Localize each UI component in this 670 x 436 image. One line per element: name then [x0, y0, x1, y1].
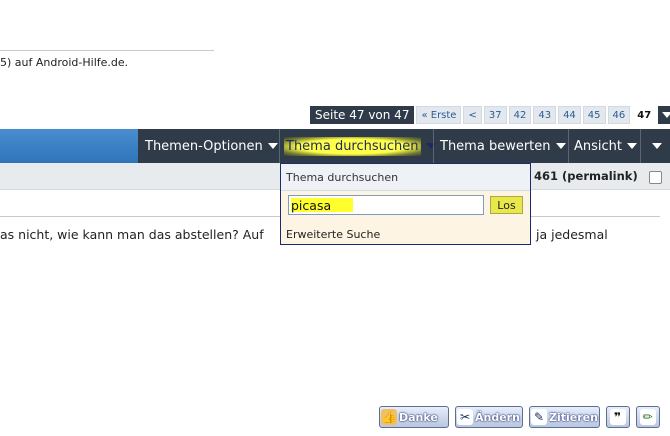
pagination-current-page: 47 — [632, 106, 657, 124]
post-number-text: 461 — [534, 169, 559, 183]
pagination-page-link[interactable]: 37 — [483, 106, 507, 124]
quote-icon: ✎ — [531, 409, 547, 425]
post-select-checkbox[interactable] — [649, 171, 662, 184]
advanced-search-link[interactable]: Erweiterte Suche — [286, 228, 380, 241]
toolbar-separator — [640, 129, 641, 163]
triangle-down-icon — [662, 112, 670, 118]
permalink-link[interactable]: (permalink) — [562, 169, 638, 183]
quote-button[interactable]: ✎ Zitieren — [529, 406, 600, 428]
thread-options-label: Themen-Optionen — [145, 138, 263, 154]
dropdown-title: Thema durchsuchen — [286, 171, 399, 184]
thanks-label: Danke — [399, 410, 438, 424]
thread-toolbar: Themen-Optionen Thema durchsuchen Thema … — [0, 129, 670, 163]
toolbar-more-button[interactable] — [647, 129, 662, 163]
post-text-continued: ja jedesmal — [536, 227, 608, 242]
multi-quote-icon: ❞ — [609, 409, 626, 425]
post-text: as nicht, wie kann man das abstellen? Au… — [0, 227, 264, 242]
pagination-page-link[interactable]: 45 — [582, 106, 606, 124]
thread-options-menu[interactable]: Themen-Optionen — [145, 129, 278, 163]
view-menu[interactable]: Ansicht — [574, 129, 638, 163]
toolbar-separator — [568, 129, 569, 163]
multi-quote-button[interactable]: ❞ — [606, 406, 630, 428]
pagination-dropdown-button[interactable] — [658, 106, 670, 124]
pencil-icon: ✏ — [639, 409, 656, 425]
view-label: Ansicht — [574, 138, 623, 154]
pagination-page-link[interactable]: 42 — [508, 106, 532, 124]
quick-reply-button[interactable]: ✏ — [636, 406, 660, 428]
search-go-button[interactable]: Los — [490, 196, 523, 214]
toolbar-left-area — [0, 129, 138, 163]
pagination-page-link[interactable]: 44 — [558, 106, 581, 124]
chevron-down-icon — [652, 143, 662, 149]
pagination-label: Seite 47 von 47 — [310, 106, 415, 124]
pagination-first-link[interactable]: « Erste — [416, 106, 462, 124]
edit-button[interactable]: ✂ Ändern — [455, 406, 523, 428]
thumbs-up-icon: 👍 — [381, 409, 397, 425]
search-input-value: picasa — [291, 198, 332, 213]
chevron-down-icon — [425, 143, 436, 149]
chevron-down-icon — [555, 143, 566, 149]
top-divider — [0, 50, 214, 51]
post-number: 461 (permalink) — [534, 169, 638, 183]
thanks-button[interactable]: 👍 Danke — [379, 406, 449, 428]
pagination-page-link[interactable]: 46 — [607, 106, 631, 124]
search-thread-dropdown: Thema durchsuchen picasa Los Erweiterte … — [280, 163, 531, 245]
search-thread-label: Thema durchsuchen — [284, 136, 421, 156]
chevron-down-icon — [627, 143, 638, 149]
forum-info-text: 5) auf Android-Hilfe.de. — [0, 56, 129, 69]
pagination-prev-link[interactable]: < — [463, 106, 482, 124]
toolbar-separator — [279, 129, 280, 163]
toolbar-separator — [433, 129, 434, 163]
dropdown-header: Thema durchsuchen — [281, 164, 530, 191]
search-thread-menu[interactable]: Thema durchsuchen — [284, 129, 436, 163]
chevron-down-icon — [267, 143, 278, 149]
edit-label: Ändern — [475, 410, 520, 424]
quote-label: Zitieren — [549, 410, 598, 424]
search-input[interactable]: picasa — [288, 195, 484, 215]
rate-thread-menu[interactable]: Thema bewerten — [440, 129, 566, 163]
pagination-page-link[interactable]: 43 — [533, 106, 557, 124]
rate-thread-label: Thema bewerten — [440, 138, 551, 154]
pagination: Seite 47 von 47 « Erste < 37 42 43 44 45… — [310, 106, 670, 124]
scissors-icon: ✂ — [457, 409, 473, 425]
